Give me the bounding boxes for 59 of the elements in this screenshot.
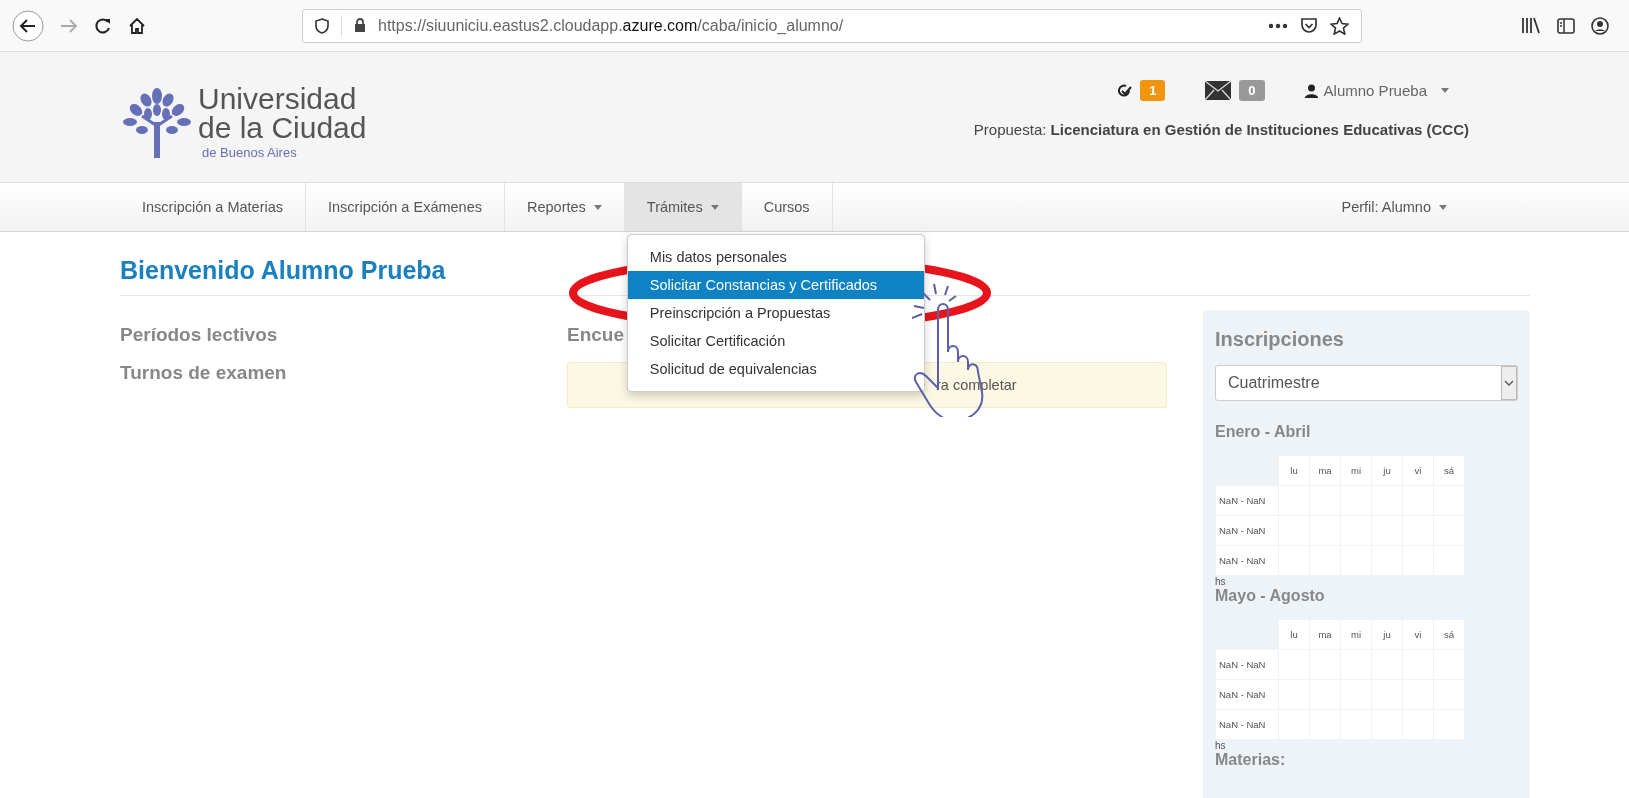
library-icon[interactable] (1521, 17, 1541, 34)
term-heading: Mayo - Agosto (1215, 587, 1326, 605)
home-icon[interactable] (128, 16, 146, 35)
pocket-icon[interactable] (1300, 17, 1318, 34)
day-header: mi (1340, 619, 1372, 650)
envelope-icon[interactable] (1205, 81, 1232, 100)
nav-tab[interactable]: Reportes (504, 183, 624, 231)
logo-subtitle: de Buenos Aires (201, 145, 298, 160)
time-slot: NaN - NaN (1215, 545, 1279, 576)
day-header: vi (1402, 619, 1434, 650)
logo-title: de la Ciudad (198, 113, 367, 142)
section-link[interactable]: Períodos lectivos (120, 324, 531, 346)
menu-item[interactable]: Solicitar Certificación (627, 327, 924, 355)
back-icon[interactable] (12, 9, 44, 42)
day-header: sá (1433, 619, 1465, 650)
nav-tab[interactable]: Inscripción a Exámenes (306, 183, 504, 231)
section-link[interactable]: Turnos de examen (120, 362, 531, 384)
menu-item[interactable]: Solicitud de equivalencias (627, 355, 924, 383)
term-heading: Enero - Abril (1215, 423, 1312, 441)
sidebar-icon[interactable] (1557, 17, 1575, 34)
subjects-heading: Materias: (1215, 751, 1287, 769)
day-header: ju (1371, 619, 1403, 650)
day-header: vi (1402, 455, 1434, 486)
time-slot: NaN - NaN (1215, 709, 1279, 740)
address-bar[interactable]: https://siuuniciu.eastus2.cloudapp.azure.com/caba/inicio_alumno/ (302, 8, 1362, 43)
check-icon[interactable] (1118, 83, 1133, 98)
propuesta-text: Propuesta: Licenciatura en Gestión de Instituciones Educativas (CCC) (973, 121, 1469, 138)
unit-label: hs (1215, 740, 1227, 751)
star-icon[interactable] (1330, 16, 1349, 35)
profile-menu[interactable]: Perfil: Alumno (1319, 183, 1469, 231)
time-slot: NaN - NaN (1215, 649, 1279, 680)
period-select[interactable]: Cuatrimestre (1215, 365, 1518, 401)
count-badge: 1 (1140, 80, 1166, 101)
nav-tab[interactable]: Inscripción a Materias (120, 183, 306, 231)
user-icon (1304, 83, 1318, 98)
count-badge: 0 (1239, 80, 1265, 101)
nav-tab[interactable]: Trámites (624, 183, 741, 231)
shield-icon[interactable] (315, 17, 329, 34)
panel-title: Inscripciones (1215, 328, 1345, 351)
user-menu[interactable]: Alumno Prueba (1304, 82, 1449, 99)
day-header: mi (1340, 455, 1372, 486)
tree-logo-icon (120, 86, 194, 158)
day-header: lu (1278, 619, 1310, 650)
day-header: ju (1371, 455, 1403, 486)
unit-label: hs (1215, 576, 1227, 587)
day-header: lu (1278, 455, 1310, 486)
more-icon[interactable] (1268, 22, 1288, 29)
day-header: ma (1309, 619, 1341, 650)
account-icon[interactable] (1591, 16, 1609, 35)
chevron-icon (1501, 366, 1517, 400)
lock-icon (354, 18, 366, 33)
nav-tab[interactable]: Cursos (741, 183, 832, 231)
time-slot: NaN - NaN (1215, 485, 1279, 516)
reload-icon[interactable] (94, 16, 112, 35)
time-slot: NaN - NaN (1215, 515, 1279, 546)
logo-title: Universidad (198, 84, 358, 113)
day-header: ma (1309, 455, 1341, 486)
time-slot: NaN - NaN (1215, 679, 1279, 710)
day-header: sá (1433, 455, 1465, 486)
